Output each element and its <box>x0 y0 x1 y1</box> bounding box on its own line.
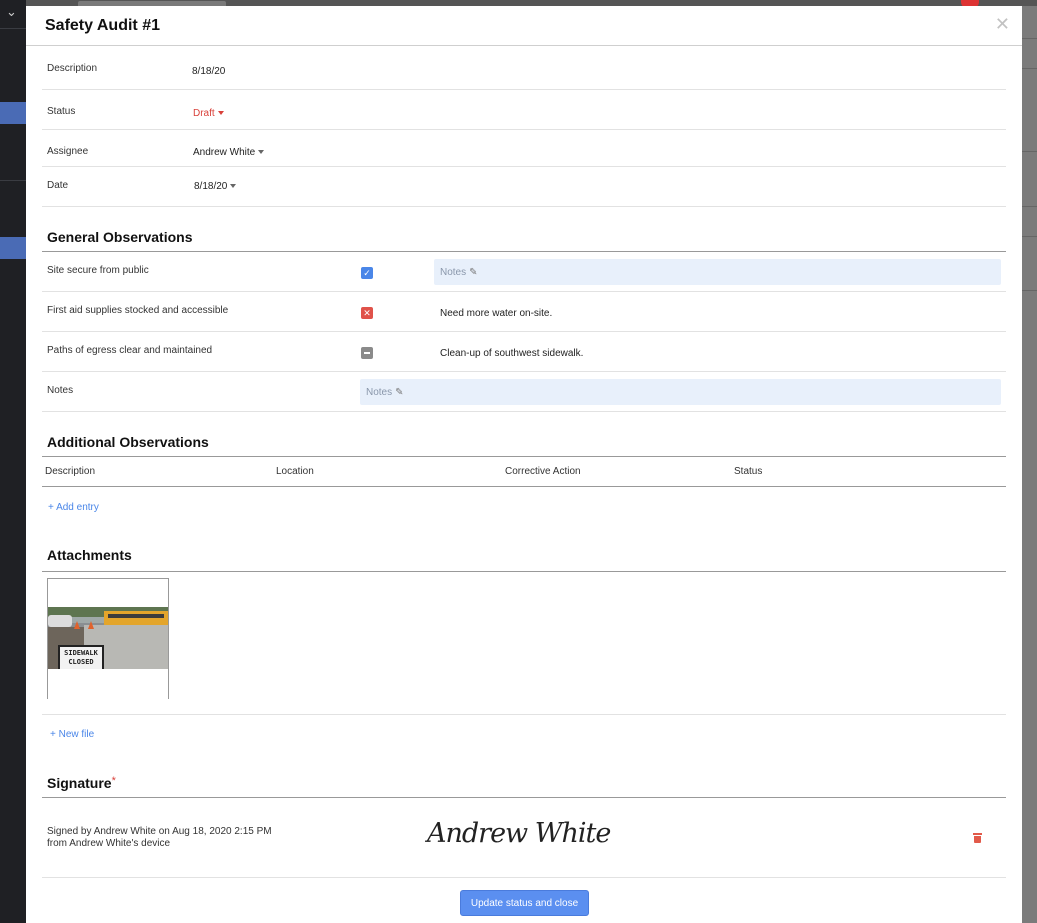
assignee-value: Andrew White <box>193 147 256 158</box>
safety-audit-modal: Safety Audit #1 ✕ Description 8/18/20 St… <box>26 6 1022 923</box>
status-row: Status Draft <box>42 90 1006 130</box>
pencil-icon: ✎ <box>395 387 404 398</box>
status-dropdown[interactable]: Draft <box>193 108 224 119</box>
signature-meta: Signed by Andrew White on Aug 18, 2020 2… <box>47 826 272 850</box>
modal-header: Safety Audit #1 ✕ <box>26 6 1022 46</box>
description-row: Description 8/18/20 <box>42 46 1006 90</box>
attachments-list: SIDEWALK CLOSED <box>42 572 1006 715</box>
observation-label: Site secure from public <box>47 265 149 276</box>
check-icon[interactable]: ✓ <box>361 267 373 279</box>
notes-placeholder: Notes <box>440 267 467 278</box>
sidebar-divider <box>0 180 26 181</box>
update-status-and-close-button[interactable]: Update status and close <box>460 890 589 916</box>
caret-down-icon <box>258 150 265 155</box>
general-notes-row: Notes Notes ✎ <box>42 372 1006 412</box>
assignee-row: Assignee Andrew White <box>42 130 1006 167</box>
notes-placeholder: Notes <box>366 387 393 398</box>
not-applicable-icon[interactable] <box>361 347 373 359</box>
background-list <box>1022 6 1037 923</box>
status-label: Status <box>47 106 76 117</box>
modal-content: Description 8/18/20 Status Draft Assigne… <box>42 46 1006 918</box>
observation-label: Paths of egress clear and maintained <box>47 345 213 356</box>
signature-title: Signature* <box>47 775 116 791</box>
assignee-dropdown[interactable]: Andrew White <box>193 147 265 158</box>
observation-note[interactable]: Clean-up of southwest sidewalk. <box>440 348 583 359</box>
attachments-header: Attachments <box>42 527 1006 572</box>
column-header-location: Location <box>276 466 314 477</box>
trash-icon[interactable] <box>973 833 982 843</box>
required-asterisk: * <box>111 775 116 787</box>
sidewalk-closed-photo: SIDEWALK CLOSED <box>48 607 168 669</box>
observation-label: First aid supplies stocked and accessibl… <box>47 305 229 316</box>
attachment-thumbnail[interactable]: SIDEWALK CLOSED <box>47 578 169 699</box>
general-observations-title: General Observations <box>47 229 193 245</box>
sidebar-active-item <box>0 102 26 124</box>
column-header-corrective-action: Corrective Action <box>505 466 581 477</box>
signature-header: Signature* <box>42 752 1006 798</box>
background-sidebar: ⌄ <box>0 0 26 923</box>
general-notes-input[interactable]: Notes ✎ <box>360 379 1001 405</box>
sidebar-divider <box>0 28 26 29</box>
date-label: Date <box>47 180 69 191</box>
description-value[interactable]: 8/18/20 <box>192 66 225 77</box>
chevron-down-icon: ⌄ <box>6 4 17 19</box>
additional-observations-title: Additional Observations <box>47 434 209 450</box>
sidewalk-closed-sign: SIDEWALK CLOSED <box>58 645 104 669</box>
signed-device-text: from Andrew White's device <box>47 838 171 849</box>
column-header-description: Description <box>45 466 96 477</box>
column-header-status: Status <box>734 466 763 477</box>
caret-down-icon <box>217 111 224 116</box>
modal-title: Safety Audit #1 <box>45 17 160 34</box>
signed-by-text: Signed by Andrew White on Aug 18, 2020 2… <box>47 826 272 837</box>
sidebar-active-item <box>0 237 26 259</box>
attachments-title: Attachments <box>47 547 132 563</box>
observation-row: Site secure from public ✓ Notes ✎ <box>42 252 1006 292</box>
date-value: 8/18/20 <box>194 181 228 192</box>
x-mark-icon[interactable]: ✕ <box>361 307 373 319</box>
signature-image: Andrew White <box>427 818 611 849</box>
additional-observations-header: Additional Observations <box>42 412 1006 457</box>
assignee-label: Assignee <box>47 146 89 157</box>
observation-notes-input[interactable]: Notes ✎ <box>434 259 1001 285</box>
signature-row: Signed by Andrew White on Aug 18, 2020 2… <box>42 798 1006 878</box>
add-entry-row: + Add entry <box>42 487 1006 527</box>
new-file-link[interactable]: + New file <box>50 729 94 740</box>
general-notes-label: Notes <box>47 385 74 396</box>
status-value: Draft <box>193 108 215 119</box>
pencil-icon: ✎ <box>469 267 478 278</box>
date-row: Date 8/18/20 <box>42 167 1006 207</box>
caret-down-icon <box>230 184 237 189</box>
observation-row: Paths of egress clear and maintained Cle… <box>42 332 1006 372</box>
observation-note[interactable]: Need more water on-site. <box>440 308 552 319</box>
additional-observations-table-header: Description Location Corrective Action S… <box>42 457 1006 487</box>
new-file-row: + New file <box>42 715 1006 752</box>
observation-row: First aid supplies stocked and accessibl… <box>42 292 1006 332</box>
general-observations-header: General Observations <box>42 207 1006 252</box>
school-bus <box>104 611 168 625</box>
modal-footer: Update status and close <box>42 878 1006 918</box>
description-label: Description <box>47 63 98 74</box>
add-entry-link[interactable]: + Add entry <box>48 502 99 513</box>
date-dropdown[interactable]: 8/18/20 <box>194 181 237 192</box>
close-icon[interactable]: ✕ <box>995 15 1010 33</box>
